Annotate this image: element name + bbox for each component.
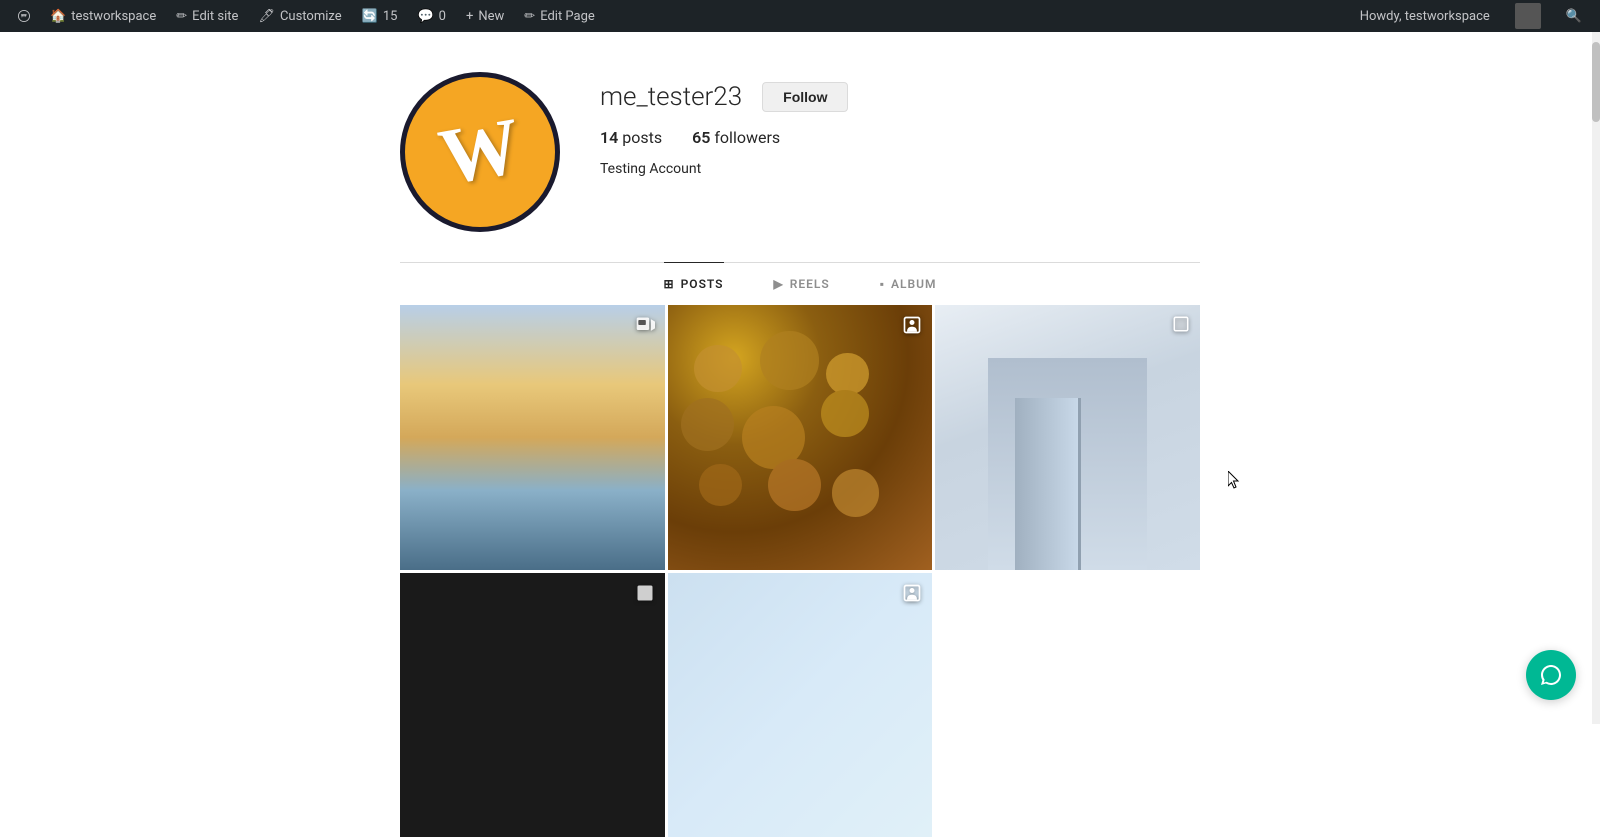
followers-count: 65 [692, 128, 710, 147]
person-icon [902, 315, 922, 340]
edit-page-icon: ✏ [524, 9, 535, 24]
posts-grid [400, 305, 1200, 837]
person2-icon [902, 583, 922, 608]
profile-username: me_tester23 [600, 82, 742, 112]
profile-info: me_tester23 Follow 14 posts 65 followers… [600, 72, 848, 177]
new-icon: + [466, 9, 473, 24]
reels-tab-icon: ▶ [774, 277, 784, 291]
posts-tab-label: POSTS [681, 277, 724, 291]
square-icon [1172, 315, 1190, 338]
video-icon [635, 315, 655, 340]
comments-icon: 💬 [417, 9, 433, 24]
scrollbar-track [1592, 32, 1600, 724]
admin-bar-edit-site[interactable]: ✏ Edit site [166, 0, 248, 32]
main-content: W me_tester23 Follow 14 posts 65 followe… [0, 32, 1600, 837]
admin-bar: 🏠 testworkspace ✏ Edit site 🖊 Customize … [0, 0, 1600, 32]
new-label: New [478, 9, 504, 24]
post-item-4[interactable] [400, 573, 665, 837]
scrollbar-thumb[interactable] [1592, 42, 1600, 122]
testworkspace-label: testworkspace [71, 9, 156, 24]
posts-label: posts [622, 128, 662, 147]
tabs: ⊞ POSTS ▶ REELS ▪ ALBUM [400, 263, 1200, 305]
tab-posts[interactable]: ⊞ POSTS [664, 262, 724, 305]
updates-icon: 🔄 [362, 9, 378, 24]
tabs-container: ⊞ POSTS ▶ REELS ▪ ALBUM [400, 262, 1200, 305]
chat-button[interactable] [1526, 650, 1576, 700]
profile-username-row: me_tester23 Follow [600, 82, 848, 112]
admin-bar-search[interactable]: 🔍 [1556, 0, 1592, 32]
avatar-letter: W [434, 106, 527, 199]
admin-bar-new[interactable]: + New [456, 0, 514, 32]
admin-bar-avatar[interactable] [1505, 0, 1551, 32]
search-icon: 🔍 [1566, 9, 1582, 24]
album-tab-label: ALBUM [891, 277, 937, 291]
posts-stat: 14 posts [600, 128, 662, 147]
reels-tab-label: REELS [790, 277, 830, 291]
tab-album[interactable]: ▪ ALBUM [880, 262, 937, 305]
admin-bar-edit-page[interactable]: ✏ Edit Page [514, 0, 605, 32]
posts-tab-icon: ⊞ [664, 277, 675, 291]
home-icon: 🏠 [50, 9, 66, 24]
album-tab-icon: ▪ [880, 277, 885, 291]
profile-stats: 14 posts 65 followers [600, 128, 848, 147]
follow-button[interactable]: Follow [762, 82, 848, 112]
edit-site-icon: ✏ [176, 9, 187, 24]
edit-site-label: Edit site [192, 9, 238, 24]
square2-icon [635, 583, 655, 608]
admin-bar-updates[interactable]: 🔄 15 [352, 0, 408, 32]
profile-section: W me_tester23 Follow 14 posts 65 followe… [400, 32, 1200, 262]
admin-bar-comments[interactable]: 💬 0 [407, 0, 456, 32]
post-item-3[interactable] [935, 305, 1200, 570]
post-item-5[interactable] [668, 573, 933, 837]
wp-logo[interactable] [8, 0, 40, 32]
customize-label: Customize [280, 9, 342, 24]
edit-page-label: Edit Page [540, 9, 595, 24]
admin-bar-customize[interactable]: 🖊 Customize [248, 0, 351, 32]
tab-reels[interactable]: ▶ REELS [774, 262, 830, 305]
admin-bar-right: Howdy, testworkspace 🔍 [1350, 0, 1592, 32]
profile-bio: Testing Account [600, 161, 848, 177]
followers-stat: 65 followers [692, 128, 780, 147]
avatar: W [400, 72, 560, 232]
post-item-1[interactable] [400, 305, 665, 570]
avatar-container: W [400, 72, 560, 232]
post-item-2[interactable] [668, 305, 933, 570]
posts-count: 14 [600, 128, 618, 147]
followers-label: followers [714, 128, 780, 147]
admin-bar-testworkspace[interactable]: 🏠 testworkspace [40, 0, 166, 32]
comments-count: 0 [439, 9, 446, 24]
updates-count: 15 [383, 9, 398, 24]
howdy-text: Howdy, testworkspace [1350, 9, 1500, 24]
customize-icon: 🖊 [258, 9, 275, 24]
